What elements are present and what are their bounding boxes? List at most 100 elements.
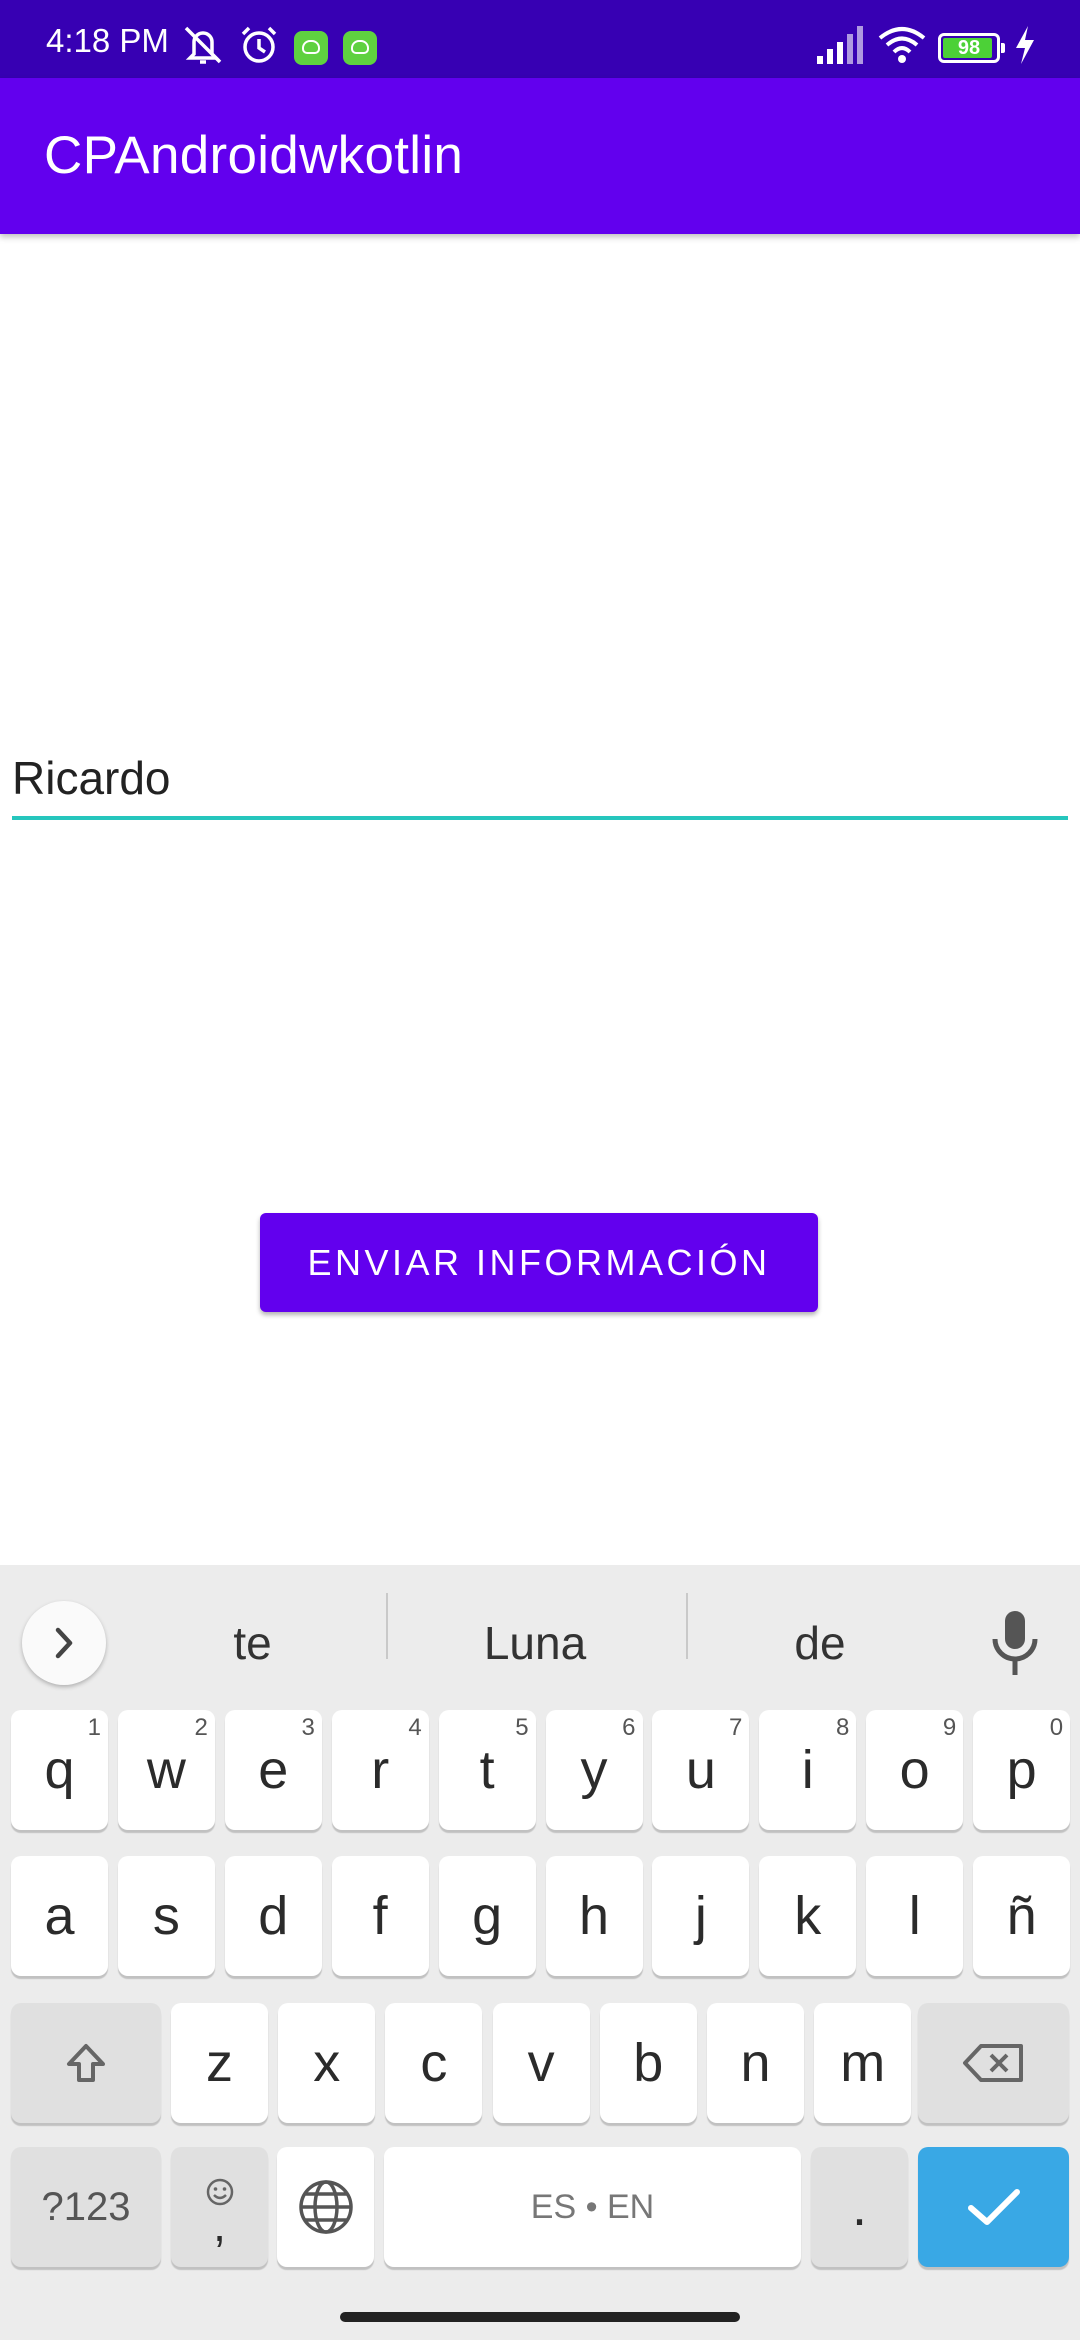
shift-arrow-icon	[67, 2044, 105, 2082]
expand-toolbar-button[interactable]	[22, 1601, 106, 1685]
key-l[interactable]: l	[866, 1856, 964, 1976]
alarm-icon	[241, 26, 277, 63]
key-label: v	[527, 2033, 555, 2093]
key-number-hint: 0	[1049, 1714, 1064, 1741]
key-j[interactable]: j	[652, 1856, 750, 1976]
key-y[interactable]: y6	[545, 1710, 643, 1830]
key-h[interactable]: h	[545, 1856, 643, 1976]
key-number-hint: 8	[835, 1714, 850, 1741]
suggestion-divider	[386, 1593, 388, 1659]
key-w[interactable]: w2	[117, 1710, 215, 1830]
key-label: g	[472, 1886, 503, 1946]
period-key[interactable]: .	[811, 2147, 908, 2267]
key-number-hint: 3	[301, 1714, 315, 1741]
key-label: j	[694, 1886, 707, 1946]
backspace-key[interactable]	[918, 2003, 1069, 2123]
battery-level: 98	[957, 37, 981, 59]
backspace-icon	[962, 2044, 1023, 2082]
mute-icon	[184, 26, 222, 64]
name-input[interactable]	[12, 740, 1068, 820]
comma-emoji-key[interactable]: ,	[171, 2147, 268, 2267]
key-o[interactable]: o9	[866, 1710, 964, 1830]
key-q[interactable]: q1	[11, 1710, 108, 1830]
check-icon	[967, 2189, 1020, 2225]
suggestion-divider	[686, 1593, 688, 1659]
key-v[interactable]: v	[492, 2003, 590, 2123]
app-notification-icon	[294, 31, 328, 65]
key-i[interactable]: i8	[759, 1710, 857, 1830]
key-label: w	[146, 1740, 186, 1800]
key-label: d	[258, 1886, 289, 1946]
key-p[interactable]: p0	[973, 1710, 1071, 1830]
key-label: c	[420, 2033, 448, 2093]
key-m[interactable]: m	[814, 2003, 912, 2123]
chevron-right-icon	[55, 1627, 73, 1659]
key-number-hint: 4	[408, 1714, 422, 1741]
key-e[interactable]: e3	[224, 1710, 322, 1830]
key-label: r	[371, 1740, 390, 1800]
key-number-hint: 5	[515, 1714, 529, 1741]
key-ñ[interactable]: ñ	[973, 1856, 1071, 1976]
charging-icon	[1016, 26, 1034, 64]
key-t[interactable]: t5	[438, 1710, 536, 1830]
key-d[interactable]: d	[224, 1856, 322, 1976]
enter-key[interactable]	[918, 2147, 1069, 2267]
send-info-button[interactable]: ENVIAR INFORMACIÓN	[260, 1213, 818, 1312]
key-n[interactable]: n	[707, 2003, 804, 2123]
key-label: f	[372, 1886, 388, 1946]
key-number-hint: 2	[194, 1714, 208, 1741]
key-label: e	[258, 1740, 289, 1800]
key-label: a	[44, 1886, 75, 1946]
key-u[interactable]: u7	[652, 1710, 750, 1830]
key-label: l	[908, 1886, 921, 1946]
suggestion-2[interactable]: Luna	[400, 1601, 670, 1685]
key-number-hint: 7	[729, 1714, 743, 1741]
key-a[interactable]: a	[11, 1856, 108, 1976]
key-label: ñ	[1006, 1886, 1037, 1946]
key-label: o	[899, 1740, 930, 1800]
key-label: p	[1006, 1740, 1037, 1800]
key-r[interactable]: r4	[331, 1710, 429, 1830]
key-label: t	[479, 1740, 495, 1800]
shift-key[interactable]	[11, 2003, 161, 2123]
key-c[interactable]: c	[385, 2003, 483, 2123]
comma-key-label: ,	[213, 2199, 226, 2251]
language-key[interactable]	[277, 2147, 374, 2267]
key-b[interactable]: b	[599, 2003, 697, 2123]
symbols-key-label: ?123	[41, 2184, 131, 2229]
status-bar: 4:18 PM 98	[0, 0, 1080, 78]
battery-icon: 98	[938, 33, 1005, 63]
gesture-nav-bar[interactable]	[340, 2312, 740, 2322]
microphone-icon[interactable]	[985, 1605, 1045, 1681]
app-title: CPAndroidwkotlin	[44, 126, 464, 185]
period-key-label: .	[851, 2177, 867, 2237]
suggestion-3[interactable]: de	[700, 1601, 940, 1685]
key-f[interactable]: f	[331, 1856, 429, 1976]
key-label: x	[313, 2033, 341, 2093]
key-number-hint: 6	[622, 1714, 636, 1741]
symbols-key[interactable]: ?123	[11, 2147, 161, 2267]
key-g[interactable]: g	[438, 1856, 536, 1976]
key-label: n	[740, 2033, 771, 2093]
suggestion-1[interactable]: te	[130, 1601, 375, 1685]
key-label: i	[801, 1740, 814, 1800]
wifi-icon	[878, 27, 926, 63]
key-label: y	[580, 1740, 608, 1800]
status-time: 4:18 PM	[46, 22, 169, 59]
key-label: m	[840, 2033, 886, 2093]
key-label: s	[152, 1886, 180, 1946]
app-notification-icon	[343, 31, 377, 65]
key-label: k	[794, 1886, 822, 1946]
key-x[interactable]: x	[278, 2003, 376, 2123]
key-label: z	[206, 2033, 233, 2093]
space-key[interactable]: ES • EN	[384, 2147, 801, 2267]
suggestion-bar: te Luna de	[0, 1565, 1080, 1705]
key-label: h	[578, 1886, 610, 1946]
key-z[interactable]: z	[171, 2003, 268, 2123]
key-k[interactable]: k	[759, 1856, 857, 1976]
key-number-hint: 9	[942, 1714, 957, 1741]
space-key-label: ES • EN	[530, 2187, 655, 2226]
key-label: q	[44, 1740, 75, 1800]
key-s[interactable]: s	[117, 1856, 215, 1976]
signal-icon	[817, 26, 863, 64]
